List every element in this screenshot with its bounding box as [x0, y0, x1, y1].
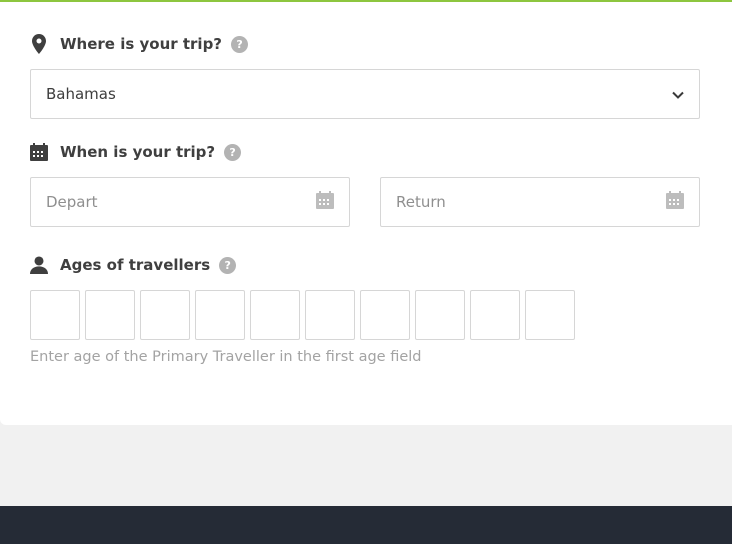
age-hint-text: Enter age of the Primary Traveller in th… [30, 349, 422, 365]
age-field[interactable] [250, 290, 300, 340]
help-icon[interactable]: ? [219, 256, 237, 274]
chevron-down-icon [672, 85, 684, 103]
age-field[interactable] [195, 290, 245, 340]
dates-label: When is your trip? [60, 143, 216, 161]
destination-label: Where is your trip? [60, 35, 223, 53]
person-icon [30, 255, 48, 275]
destination-heading: Where is your trip? ? [30, 34, 249, 54]
age-field[interactable] [85, 290, 135, 340]
age-field[interactable] [470, 290, 520, 340]
dates-heading: When is your trip? ? [30, 142, 242, 162]
calendar-icon [316, 191, 334, 213]
destination-select[interactable]: Bahamas [30, 69, 700, 119]
travellers-heading: Ages of travellers ? [30, 255, 237, 275]
destination-value: Bahamas [46, 85, 116, 103]
page-footer [0, 506, 732, 544]
location-pin-icon [30, 34, 48, 54]
depart-placeholder: Depart [46, 193, 98, 211]
age-field[interactable] [140, 290, 190, 340]
age-field[interactable] [30, 290, 80, 340]
help-icon[interactable]: ? [231, 35, 249, 53]
return-placeholder: Return [396, 193, 446, 211]
calendar-icon [30, 142, 48, 162]
calendar-icon [666, 191, 684, 213]
accent-line [0, 0, 732, 2]
age-field[interactable] [360, 290, 410, 340]
age-field[interactable] [415, 290, 465, 340]
help-icon[interactable]: ? [224, 143, 242, 161]
depart-date-input[interactable]: Depart [30, 177, 350, 227]
return-date-input[interactable]: Return [380, 177, 700, 227]
age-field[interactable] [305, 290, 355, 340]
trip-form-card: Where is your trip? ? Bahamas When is yo… [0, 0, 732, 425]
travellers-label: Ages of travellers [60, 256, 211, 274]
age-field[interactable] [525, 290, 575, 340]
